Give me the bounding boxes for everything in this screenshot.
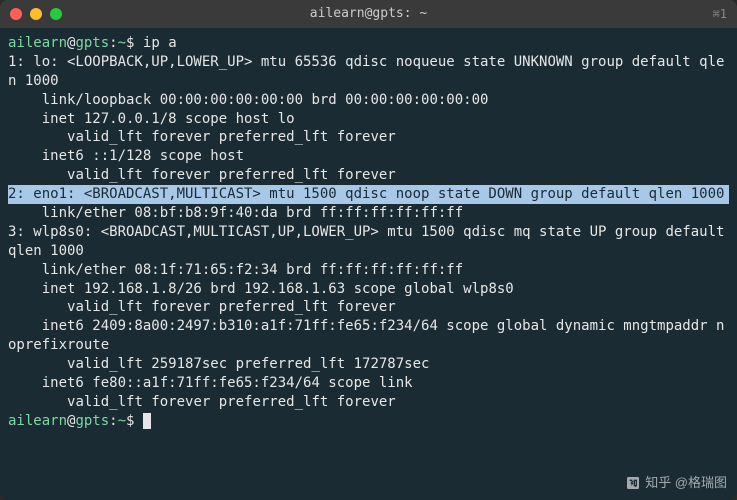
output-line: valid_lft forever preferred_lft forever <box>8 166 729 185</box>
close-icon[interactable] <box>10 8 22 20</box>
minimize-icon[interactable] <box>30 8 42 20</box>
output-line: valid_lft 259187sec preferred_lft 172787… <box>8 355 729 374</box>
watermark-text: 知乎 @格瑞图 <box>645 474 727 492</box>
output-line: link/loopback 00:00:00:00:00:00 brd 00:0… <box>8 91 729 110</box>
output-line: valid_lft forever preferred_lft forever <box>8 393 729 412</box>
highlighted-interface-line: 2: eno1: <BROADCAST,MULTICAST> mtu 1500 … <box>8 185 729 204</box>
watermark: 知乎 @格瑞图 <box>625 474 727 492</box>
window-titlebar: ailearn@gpts: ~ ⌘1 <box>0 0 737 28</box>
prompt-user: ailearn <box>8 35 67 51</box>
output-line: inet6 2409:8a00:2497:b310:a1f:71ff:fe65:… <box>8 317 729 355</box>
output-line: inet 127.0.0.1/8 scope host lo <box>8 110 729 129</box>
window-title: ailearn@gpts: ~ <box>310 5 427 23</box>
output-line: link/ether 08:1f:71:65:f2:34 brd ff:ff:f… <box>8 261 729 280</box>
output-line: valid_lft forever preferred_lft forever <box>8 128 729 147</box>
cursor-icon <box>143 413 151 429</box>
zhihu-icon <box>625 475 641 491</box>
prompt-line: ailearn@gpts:~$ ip a <box>8 34 729 53</box>
prompt-dollar: $ <box>126 35 134 51</box>
output-line: link/ether 08:bf:b8:9f:40:da brd ff:ff:f… <box>8 204 729 223</box>
output-line: 1: lo: <LOOPBACK,UP,LOWER_UP> mtu 65536 … <box>8 53 729 91</box>
maximize-icon[interactable] <box>50 8 62 20</box>
output-line: inet6 fe80::a1f:71ff:fe65:f234/64 scope … <box>8 374 729 393</box>
output-line: 3: wlp8s0: <BROADCAST,MULTICAST,UP,LOWER… <box>8 223 729 261</box>
output-line: valid_lft forever preferred_lft forever <box>8 298 729 317</box>
output-line: inet 192.168.1.8/26 brd 192.168.1.63 sco… <box>8 280 729 299</box>
window-shortcut: ⌘1 <box>713 6 727 22</box>
command-text: ip a <box>143 35 177 51</box>
traffic-lights <box>10 8 62 20</box>
output-line: inet6 ::1/128 scope host <box>8 147 729 166</box>
terminal-body[interactable]: ailearn@gpts:~$ ip a1: lo: <LOOPBACK,UP,… <box>0 28 737 500</box>
prompt-host: gpts <box>75 35 109 51</box>
prompt-path: ~ <box>118 35 126 51</box>
prompt-line: ailearn@gpts:~$ <box>8 412 729 431</box>
